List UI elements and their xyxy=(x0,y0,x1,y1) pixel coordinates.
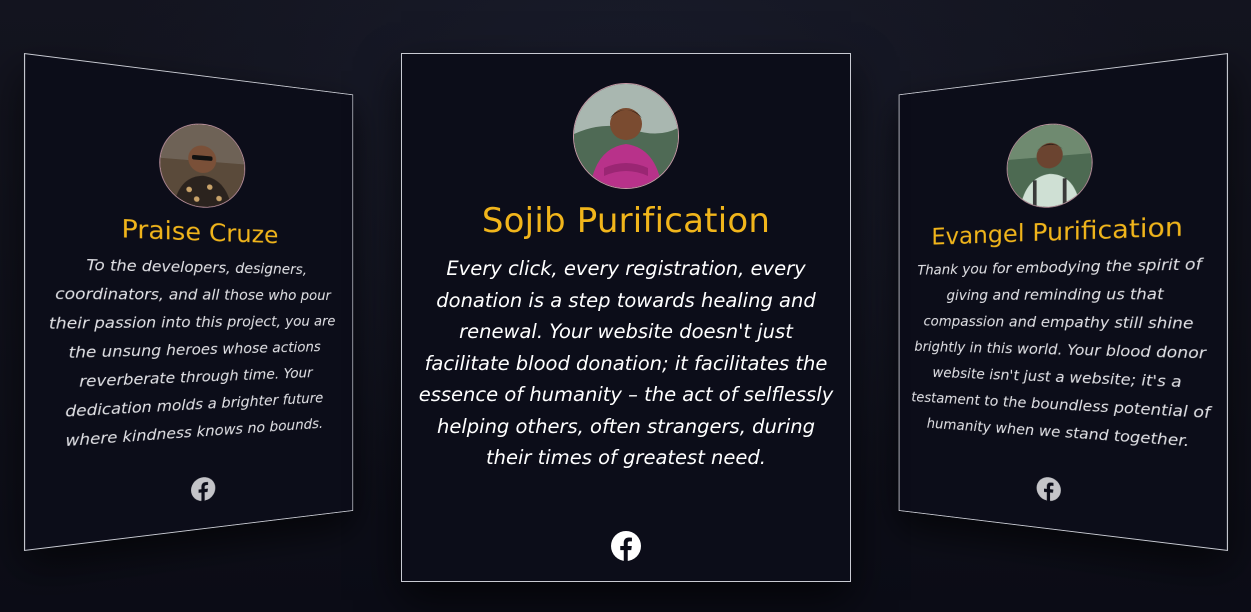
facebook-icon xyxy=(611,531,641,561)
facebook-link[interactable] xyxy=(611,531,641,561)
avatar xyxy=(573,83,679,189)
avatar xyxy=(1006,119,1093,210)
person-name: Sojib Purification xyxy=(481,201,771,241)
facebook-link[interactable] xyxy=(1036,476,1061,503)
person-name: Praise Cruze xyxy=(121,214,279,250)
person-name: Evangel Purification xyxy=(931,212,1183,251)
testimonial-card-left[interactable]: Praise Cruze To the developers, designer… xyxy=(24,53,354,551)
facebook-link[interactable] xyxy=(191,476,216,503)
avatar-photo xyxy=(1007,120,1092,209)
facebook-icon xyxy=(1036,476,1061,503)
testimonial-quote: Every click, every registration, every d… xyxy=(418,257,834,469)
testimonial-card-right[interactable]: Evangel Purification Thank you for embod… xyxy=(898,53,1228,551)
avatar xyxy=(159,119,246,210)
testimonial-quote: Thank you for embodying the spirit of gi… xyxy=(911,254,1211,451)
avatar-photo xyxy=(574,84,678,188)
testimonial-quote: To the developers, designers, coordinato… xyxy=(48,255,336,450)
testimonial-card-center[interactable]: Sojib Purification Every click, every re… xyxy=(401,53,851,582)
facebook-icon xyxy=(191,476,216,503)
avatar-photo xyxy=(160,120,245,209)
testimonial-carousel: Praise Cruze To the developers, designer… xyxy=(0,0,1251,612)
